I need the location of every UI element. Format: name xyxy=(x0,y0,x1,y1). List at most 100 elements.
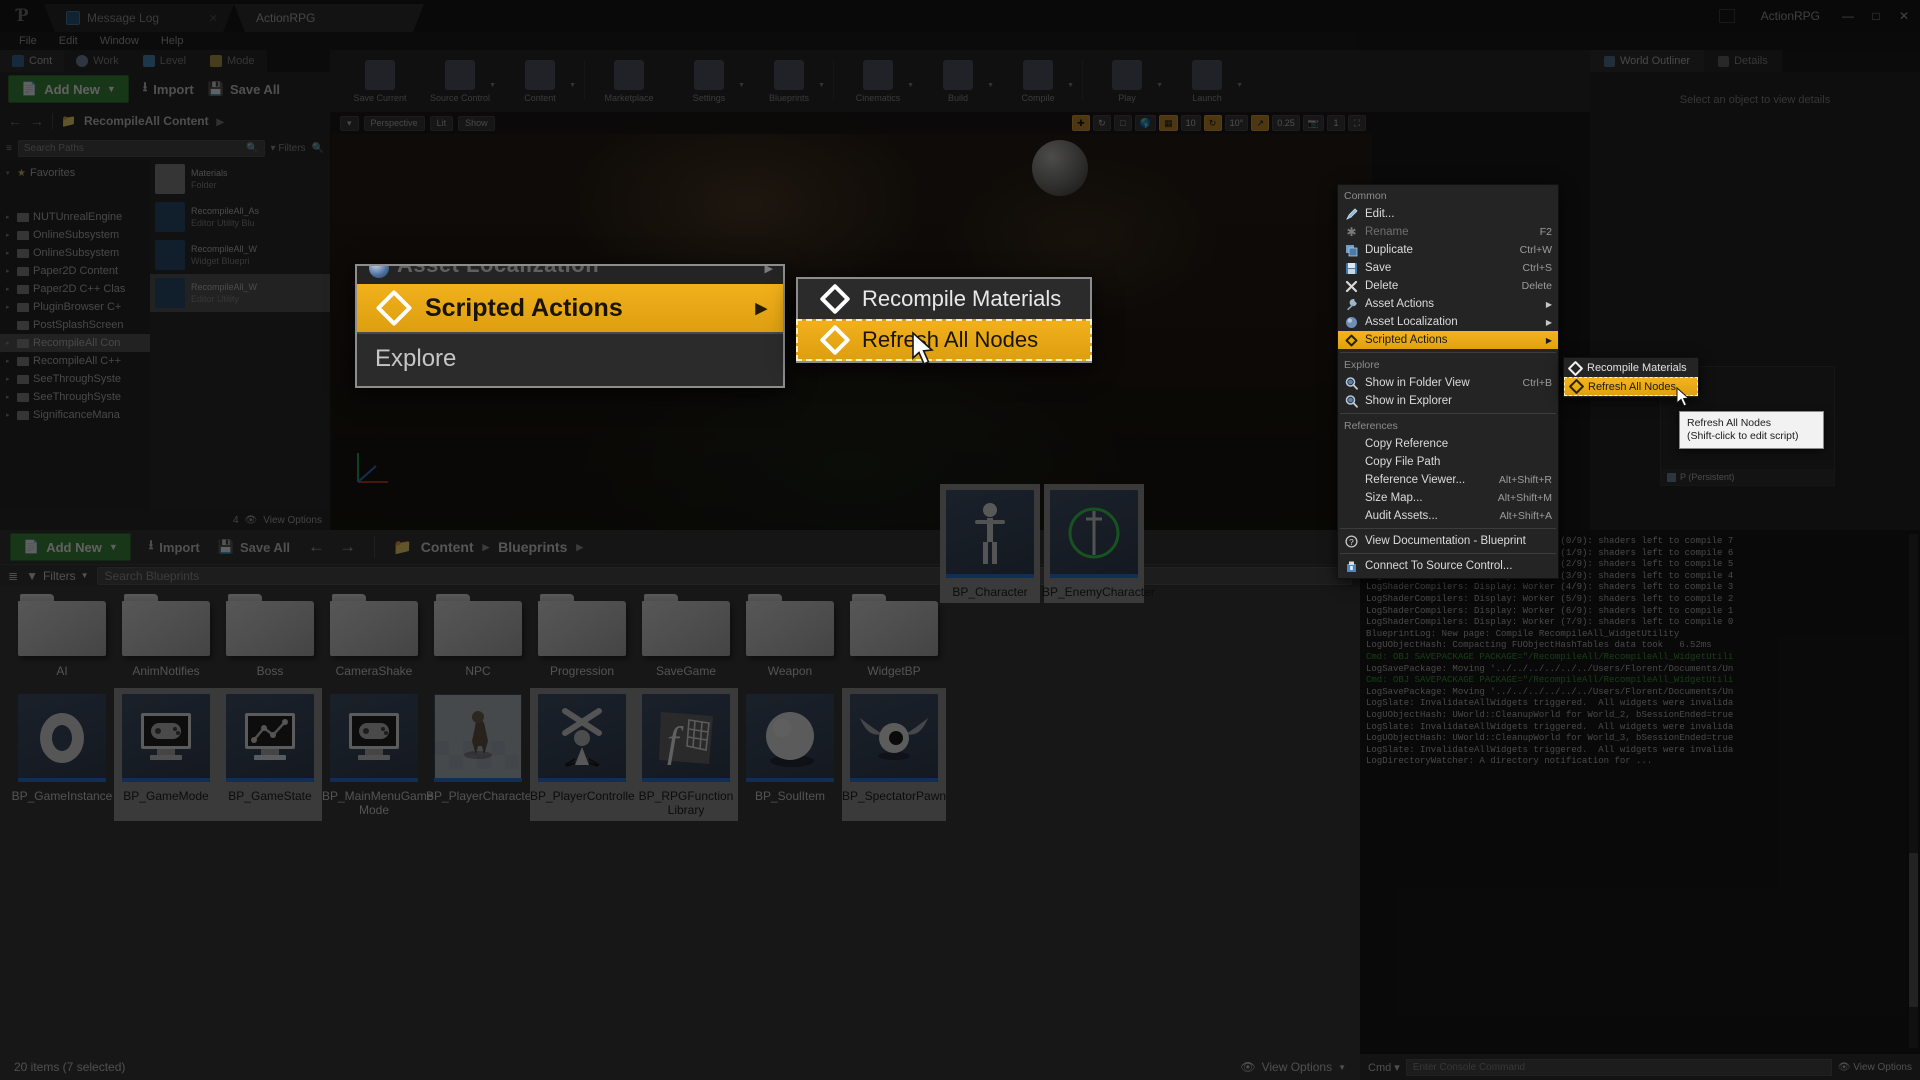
chevron-down-icon[interactable]: ▼ xyxy=(489,82,496,89)
expand-arrow-icon[interactable]: ▸ xyxy=(6,249,13,257)
folder-cell-boss[interactable]: Boss xyxy=(218,586,322,678)
toolbar-play[interactable]: Play ▼ xyxy=(1087,59,1167,103)
tree-toggle-icon[interactable]: ≡ xyxy=(6,143,12,154)
tab-details[interactable]: Details xyxy=(1704,50,1782,72)
menu-item-duplicate[interactable]: Duplicate Ctrl+W xyxy=(1338,241,1558,259)
tree-item-5[interactable]: ▸ PluginBrowser C+ xyxy=(0,298,150,316)
asset-cell-bp-gamestate[interactable]: BP_GameState xyxy=(218,688,322,821)
tree-item-0[interactable]: ▸ NUTUnrealEngine xyxy=(0,208,150,226)
magnified-scripted-actions-item[interactable]: Scripted Actions ▶ xyxy=(357,284,783,332)
rotate-tool-icon[interactable]: ↻ xyxy=(1092,115,1111,131)
asset-row-2[interactable]: RecompileAll_W Widget Bluepri xyxy=(150,236,330,274)
tree-item-8[interactable]: ▸ RecompileAll C++ xyxy=(0,352,150,370)
view-options-label[interactable]: View Options xyxy=(263,515,322,526)
folder-cell-camerashake[interactable]: CameraShake xyxy=(322,586,426,678)
asset-cell-bp-character[interactable]: BP_Character xyxy=(940,484,1040,603)
toolbar-settings[interactable]: Settings ▼ xyxy=(669,59,749,103)
menu-bar[interactable]: File Edit Window Help xyxy=(0,32,1357,50)
asset-cell-bp-soulitem[interactable]: BP_SoulItem xyxy=(738,688,842,821)
folder-cell-savegame[interactable]: SaveGame xyxy=(634,586,738,678)
tab-world[interactable]: Work xyxy=(64,50,131,72)
asset-cell-bp-rpgfunction-library[interactable]: f BP_RPGFunction Library xyxy=(634,688,738,821)
asset-cell-bp-playercontroller[interactable]: BP_PlayerController xyxy=(530,688,639,821)
add-new-button[interactable]: 📄 Add New ▼ xyxy=(10,533,131,561)
folder-cell-animnotifies[interactable]: AnimNotifies xyxy=(114,586,218,678)
expand-arrow-icon[interactable]: ▸ xyxy=(6,285,13,293)
tree-item-10[interactable]: ▸ SeeThroughSyste xyxy=(0,388,150,406)
folder-cell-ai[interactable]: AI xyxy=(10,586,114,678)
world-space-icon[interactable]: 🌎 xyxy=(1134,115,1157,131)
menu-window[interactable]: Window xyxy=(89,35,150,47)
menu-item-edit[interactable]: Edit... xyxy=(1338,205,1558,223)
expand-arrow-icon[interactable]: ▸ xyxy=(6,213,13,221)
save-all-button-top[interactable]: 💾 Save All xyxy=(208,81,280,97)
magnified-refresh-all-nodes[interactable]: Refresh All Nodes xyxy=(796,319,1092,361)
viewport-menu-icon[interactable]: ▾ xyxy=(340,115,359,131)
folder-cell-npc[interactable]: NPC xyxy=(426,586,530,678)
right-panel-tabs[interactable]: World Outliner Details xyxy=(1590,50,1920,72)
toolbar-content[interactable]: Content ▼ xyxy=(500,59,580,103)
menu-item-save[interactable]: Save Ctrl+S xyxy=(1338,259,1558,277)
tree-item-6[interactable]: PostSplashScreen xyxy=(0,316,150,334)
back-arrow-icon[interactable]: ← xyxy=(308,537,325,557)
output-log-scrollbar[interactable] xyxy=(1909,534,1918,1048)
tree-item-4[interactable]: ▸ Paper2D C++ Clas xyxy=(0,280,150,298)
maximize-button[interactable]: □ xyxy=(1862,3,1890,29)
expand-arrow-icon[interactable]: ▸ xyxy=(6,375,13,383)
chevron-down-icon[interactable]: ▼ xyxy=(907,82,914,89)
menu-item-connect-to-source-control[interactable]: Connect To Source Control... xyxy=(1338,557,1558,575)
toolbar-compile[interactable]: Compile ▼ xyxy=(998,59,1078,103)
log-view-options-button[interactable]: 👁 View Options xyxy=(1838,1062,1912,1073)
chevron-down-icon[interactable]: ▼ xyxy=(738,82,745,89)
content-browser-top-tabs[interactable]: Cont Work Level Mode xyxy=(0,50,330,72)
menu-item-reference-viewer[interactable]: Reference Viewer... Alt+Shift+R xyxy=(1338,471,1558,489)
asset-cell-bp-gameinstance[interactable]: BP_GameInstance xyxy=(10,688,114,821)
asset-row-1[interactable]: RecompileAll_As Editor Utility Blu xyxy=(150,198,330,236)
filters-button-top[interactable]: ▾ Filters xyxy=(271,143,306,154)
window-tab-message-log[interactable]: Message Log ✕ xyxy=(44,4,234,32)
maximize-viewport-icon[interactable]: ⛶ xyxy=(1348,115,1366,131)
output-log-panel[interactable]: LogShaderCompilers: Display: Worker (0/9… xyxy=(1360,530,1920,1080)
folder-cell-widgetbp[interactable]: WidgetBP xyxy=(842,586,946,678)
search-icon-2[interactable]: 🔍 xyxy=(312,143,324,154)
scale-snap-value[interactable]: 0.25 xyxy=(1272,115,1300,131)
layout-icon[interactable] xyxy=(1718,9,1735,23)
tree-item-9[interactable]: ▸ SeeThroughSyste xyxy=(0,370,150,388)
expand-arrow-icon[interactable]: ▸ xyxy=(6,411,13,419)
grid-snap-value[interactable]: 10 xyxy=(1180,115,1201,131)
import-button[interactable]: ⭳ Import xyxy=(149,536,200,558)
search-blueprints-input[interactable]: Search Blueprints xyxy=(96,566,1352,585)
asset-row-3[interactable]: RecompileAll_W Editor Utility xyxy=(150,274,330,312)
asset-row-0[interactable]: Materials Folder xyxy=(150,160,330,198)
menu-item-asset-actions[interactable]: Asset Actions ▶ xyxy=(1338,295,1558,313)
camera-speed-icon[interactable]: 📷 xyxy=(1302,115,1324,131)
toolbar-source-control[interactable]: Source Control ▼ xyxy=(420,59,500,103)
chevron-down-icon[interactable]: ▼ xyxy=(1067,82,1074,89)
asset-cell-bp-enemycharacter[interactable]: BP_EnemyCharacter xyxy=(1042,484,1155,603)
toolbar-launch[interactable]: Launch ▼ xyxy=(1167,59,1247,103)
toolbar-blueprints[interactable]: Blueprints ▼ xyxy=(749,59,829,103)
asset-list-top[interactable]: Materials Folder RecompileAll_As Editor Uti… xyxy=(150,160,330,530)
menu-item-delete[interactable]: Delete Delete xyxy=(1338,277,1558,295)
import-button-top[interactable]: ⭳ Import xyxy=(143,78,194,100)
rotation-snap-value[interactable]: 10° xyxy=(1224,115,1249,131)
toolbar-build[interactable]: Build ▼ xyxy=(918,59,998,103)
menu-item-show-in-explorer[interactable]: Show in Explorer xyxy=(1338,392,1558,410)
tree-item-3[interactable]: ▸ Paper2D Content xyxy=(0,262,150,280)
asset-cell-bp-spectatorpawn[interactable]: BP_SpectatorPawn xyxy=(842,688,946,821)
expand-arrow-icon[interactable]: ▸ xyxy=(6,357,13,365)
menu-file[interactable]: File xyxy=(8,35,48,47)
menu-item-scripted-actions[interactable]: Scripted Actions ▶ xyxy=(1338,331,1558,349)
search-paths-input[interactable]: Search Paths 🔍 xyxy=(17,139,265,157)
chevron-down-icon[interactable]: ▼ xyxy=(569,82,576,89)
console-command-input[interactable]: Enter Console Command xyxy=(1405,1058,1832,1076)
breadcrumb-content[interactable]: Content xyxy=(421,539,474,555)
grid-snap-toggle[interactable]: ▦ xyxy=(1159,115,1178,131)
asset-cell-bp-gamemode[interactable]: BP_GameMode xyxy=(114,688,218,821)
expand-arrow-icon[interactable]: ▸ xyxy=(6,393,13,401)
add-new-button-top[interactable]: 📄 Add New ▼ xyxy=(8,75,129,103)
tree-item-11[interactable]: ▸ SignificanceMana xyxy=(0,406,150,424)
expand-arrow-icon[interactable]: ▸ xyxy=(6,231,13,239)
menu-item-rename[interactable]: ✱ Rename F2 xyxy=(1338,223,1558,241)
back-arrow-icon[interactable]: ← xyxy=(8,113,22,129)
